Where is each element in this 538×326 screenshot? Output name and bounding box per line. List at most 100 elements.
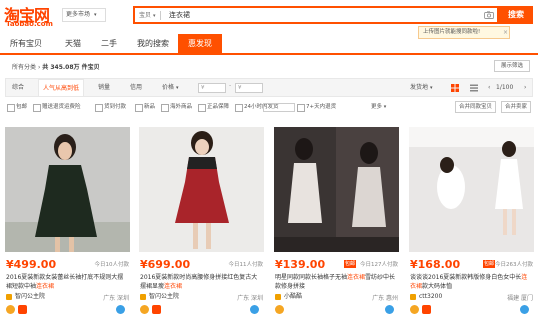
- chevron-down-icon: ▾: [93, 12, 97, 18]
- tab-all[interactable]: 所有宝贝: [4, 34, 48, 53]
- image-search-tip: 上传图片就能搜同款啦! ×: [418, 26, 510, 39]
- product-price: ¥168.00: [410, 258, 461, 271]
- filter-7day-return[interactable]: 7+天内退货: [297, 102, 336, 112]
- price-range-dash: -: [229, 82, 232, 89]
- product-image[interactable]: [274, 127, 399, 252]
- wangwang-chat-icon[interactable]: [250, 305, 259, 314]
- filter-free-shipping[interactable]: 包邮: [7, 102, 27, 112]
- ship-time-slider[interactable]: [263, 103, 295, 112]
- chevron-down-icon: ▾: [383, 104, 387, 110]
- product-card[interactable]: ¥499.00 今日10人付款 2016夏装新款女装蕾丝长袖打底不规则大摆裙短款…: [5, 127, 133, 323]
- tabs-underline: [0, 53, 538, 55]
- product-title-keyword: 连衣裙: [164, 283, 183, 290]
- shop-name[interactable]: 小酷酷: [275, 293, 302, 301]
- gold-seller-icon: [140, 305, 149, 314]
- more-market-dropdown[interactable]: 更多市场 ▾: [62, 8, 106, 22]
- product-price: ¥139.00: [275, 258, 326, 271]
- paid-count: 今日10人付款: [94, 262, 130, 268]
- gold-seller-icon: [410, 305, 419, 314]
- tip-text: 上传图片就能搜同款啦!: [423, 29, 481, 35]
- more-filters-button[interactable]: 更多 ▾: [371, 102, 386, 112]
- product-title-keyword: 连衣裙: [347, 274, 366, 281]
- gold-seller-icon: [6, 305, 15, 314]
- sort-default[interactable]: 综合: [8, 79, 28, 96]
- wangwang-chat-icon[interactable]: [116, 305, 125, 314]
- merge-same-items-button[interactable]: 合并同款宝贝: [455, 101, 497, 113]
- tab-my-search[interactable]: 我的搜索: [130, 34, 176, 53]
- product-card[interactable]: ¥139.00 包邮 今日127人付款 明星同款同款长袖格子无袖连衣裙雪纺纱中长…: [274, 127, 402, 323]
- camera-icon[interactable]: [484, 11, 494, 19]
- product-price: ¥699.00: [140, 258, 191, 271]
- merge-sellers-button[interactable]: 合并卖家: [501, 101, 532, 113]
- chevron-down-icon: ▾: [152, 13, 156, 19]
- item-location: 福建 厦门: [507, 295, 533, 302]
- product-image[interactable]: [409, 127, 534, 252]
- product-card[interactable]: ¥168.00 包邮 今日263人付款 谈谈谈2016夏装新款韩版修身白色女中长…: [409, 127, 537, 323]
- product-title-text: 谈谈谈2016夏装新款韩版修身白色女中长: [410, 274, 522, 281]
- product-price: ¥499.00: [6, 258, 57, 271]
- tab-tmall[interactable]: 天猫: [56, 34, 90, 53]
- search-category-select[interactable]: 宝贝 ▾: [139, 10, 155, 22]
- search-input[interactable]: [169, 9, 469, 21]
- ship-from-label: 发货地: [410, 84, 429, 91]
- sort-credit[interactable]: 信用: [126, 79, 146, 96]
- wangwang-chat-icon[interactable]: [385, 305, 394, 314]
- chevron-down-icon: ▾: [175, 85, 179, 91]
- shop-name[interactable]: 智闪公主院: [140, 293, 179, 301]
- sort-sales[interactable]: 销量: [94, 79, 114, 96]
- item-location: 广东 深圳: [103, 295, 129, 302]
- grid-view-icon[interactable]: [451, 84, 459, 92]
- shop-name[interactable]: ctt3200: [410, 293, 442, 301]
- product-image[interactable]: [139, 127, 264, 252]
- paid-count: 今日263人付款: [495, 262, 533, 268]
- chevron-left-icon[interactable]: ‹: [488, 79, 490, 96]
- price-max-input[interactable]: ¥: [235, 83, 263, 93]
- product-card[interactable]: ¥699.00 今日11人付款 2016夏装新款时尚高腰修身拼接红色复古大摆裙显…: [139, 127, 267, 323]
- close-icon[interactable]: ×: [503, 27, 508, 38]
- product-title-text: 2016夏装新款女装蕾丝长袖打底不规则: [6, 274, 112, 281]
- product-title[interactable]: 谈谈谈2016夏装新款韩版修身白色女中长连衣裙款大码体恤: [410, 273, 532, 291]
- search-button[interactable]: 搜索: [499, 6, 533, 24]
- more-filters-label: 更多: [371, 104, 383, 110]
- product-title[interactable]: 2016夏装新款时尚高腰修身拼接红色复古大摆裙显瘦连衣裙: [140, 273, 262, 291]
- service-icons: [410, 305, 534, 317]
- product-title-keyword: 连衣裙: [36, 283, 55, 290]
- sort-bar: 综合 人气从高到低 销量 信用 价格 ▾ ¥ - ¥ 发货地 ▾ ‹ 1/100…: [5, 78, 533, 97]
- tab-secondhand[interactable]: 二手: [92, 34, 126, 53]
- price-min-input[interactable]: ¥: [198, 83, 226, 93]
- list-view-icon[interactable]: [470, 84, 478, 92]
- product-title-text: 明星同款同款长袖格子无袖: [275, 274, 348, 281]
- shop-name[interactable]: 智闪公主院: [6, 293, 45, 301]
- sort-price[interactable]: 价格 ▾: [158, 79, 182, 96]
- show-filter-button[interactable]: 展示筛选: [494, 60, 530, 72]
- paid-count: 今日127人付款: [360, 262, 398, 268]
- sort-popularity[interactable]: 人气从高到低: [38, 79, 85, 96]
- search-category-label: 宝贝: [139, 12, 152, 19]
- filter-new[interactable]: 新品: [135, 102, 155, 112]
- product-title[interactable]: 明星同款同款长袖格子无袖连衣裙雪纺纱中长款修身拼接: [275, 273, 397, 291]
- taobao-logo-en[interactable]: Taobao.com: [6, 20, 53, 28]
- chevron-right-icon[interactable]: ›: [524, 79, 526, 96]
- ship-from-select[interactable]: 发货地 ▾: [406, 79, 436, 96]
- product-title[interactable]: 2016夏装新款女装蕾丝长袖打底不规则大摆裙短款中袖连衣裙: [6, 273, 128, 291]
- breadcrumb-home[interactable]: 所有分类: [12, 64, 36, 71]
- product-image[interactable]: [5, 127, 130, 252]
- filter-cod[interactable]: 货到付款: [95, 102, 126, 112]
- tab-discover[interactable]: 惠发现: [178, 34, 222, 53]
- filter-genuine[interactable]: 正品保障: [198, 102, 229, 112]
- promo-icon: [422, 305, 431, 314]
- wangwang-chat-icon[interactable]: [520, 305, 529, 314]
- promo-icon: [152, 305, 161, 314]
- filter-return-insurance[interactable]: 赠送退货运费险: [33, 102, 81, 112]
- sort-price-label: 价格: [162, 84, 175, 91]
- service-icons: [140, 305, 264, 317]
- filter-row: 包邮 赠送退货运费险 货到付款 新品 海外商品 正品保障 24小时内发货 7+天…: [5, 100, 533, 115]
- product-title-text-2: 款大码体恤: [422, 283, 453, 290]
- bao-badge-icon: 包邮: [344, 260, 357, 268]
- chevron-right-icon: ›: [37, 64, 41, 71]
- item-location: 广东 惠州: [372, 295, 398, 302]
- search-divider: [160, 11, 161, 20]
- paid-count: 今日11人付款: [228, 262, 264, 268]
- bao-badge-icon: 包邮: [483, 260, 496, 268]
- filter-overseas[interactable]: 海外商品: [161, 102, 192, 112]
